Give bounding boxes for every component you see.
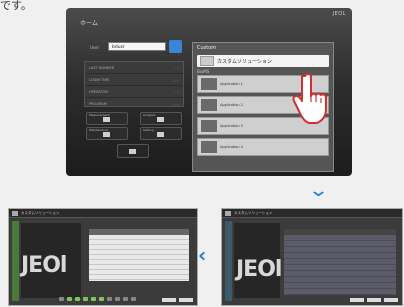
- home-screen: JEOL ホーム User bdusr LAST NUMBER ---- LOGI…: [66, 8, 352, 176]
- jeol-logo: JEOl: [236, 257, 282, 282]
- chevron-left-icon: ‹: [198, 243, 207, 267]
- window-icon: [12, 210, 18, 216]
- result-table: [89, 229, 189, 281]
- pointing-hand-icon: [292, 73, 327, 124]
- brand-logo: JEOL: [332, 11, 346, 17]
- info-panel: LAST NUMBER ---- LOGIN TIME ---- OPERATOR -…: [84, 61, 184, 107]
- login-button[interactable]: [169, 40, 182, 53]
- step-indicator: [59, 297, 136, 301]
- home-title: ホーム: [80, 20, 98, 27]
- user-select[interactable]: bdusr: [108, 42, 166, 51]
- app-thumb-icon: [201, 120, 217, 132]
- app-item[interactable]: Application 4: [197, 138, 329, 156]
- custom-panel-header: Custom: [197, 45, 217, 51]
- result-screen-thumbnail: カスタムソリューション JEOl: [8, 208, 198, 306]
- setting-button[interactable]: Setting: [140, 127, 182, 140]
- info-row: LAST NUMBER ----: [85, 62, 183, 74]
- analysis-button[interactable]: Analysis: [140, 112, 182, 125]
- custom-solution-item[interactable]: カスタムソリューション: [197, 55, 329, 67]
- side-strip: [225, 221, 232, 301]
- chevron-down-icon: ⌄: [307, 180, 330, 201]
- thumbnail-buttons: [350, 298, 398, 302]
- input-screen-thumbnail: カスタムソリューション JEOl: [221, 208, 403, 306]
- custom-solution-icon: [200, 56, 214, 66]
- info-row: LOGIN TIME ----: [85, 74, 183, 86]
- power-button[interactable]: [117, 144, 149, 158]
- window-icon: [225, 210, 231, 216]
- maintenance-button[interactable]: Maintenance: [86, 127, 128, 140]
- input-table: [284, 229, 396, 295]
- progress-strip: [12, 221, 19, 301]
- caption-fragment: です。: [0, 0, 32, 12]
- measurement-button[interactable]: Measurement: [86, 112, 128, 125]
- thumbnail-buttons: [162, 298, 193, 302]
- app-thumb-icon: [201, 141, 217, 153]
- info-row: PROGRAM ----: [89, 101, 179, 106]
- jeol-logo: JEOl: [21, 253, 67, 278]
- info-row: OPERATOR ----: [85, 86, 183, 98]
- user-label: User: [90, 45, 100, 50]
- app-thumb-icon: [201, 99, 217, 111]
- app-thumb-icon: [201, 78, 217, 90]
